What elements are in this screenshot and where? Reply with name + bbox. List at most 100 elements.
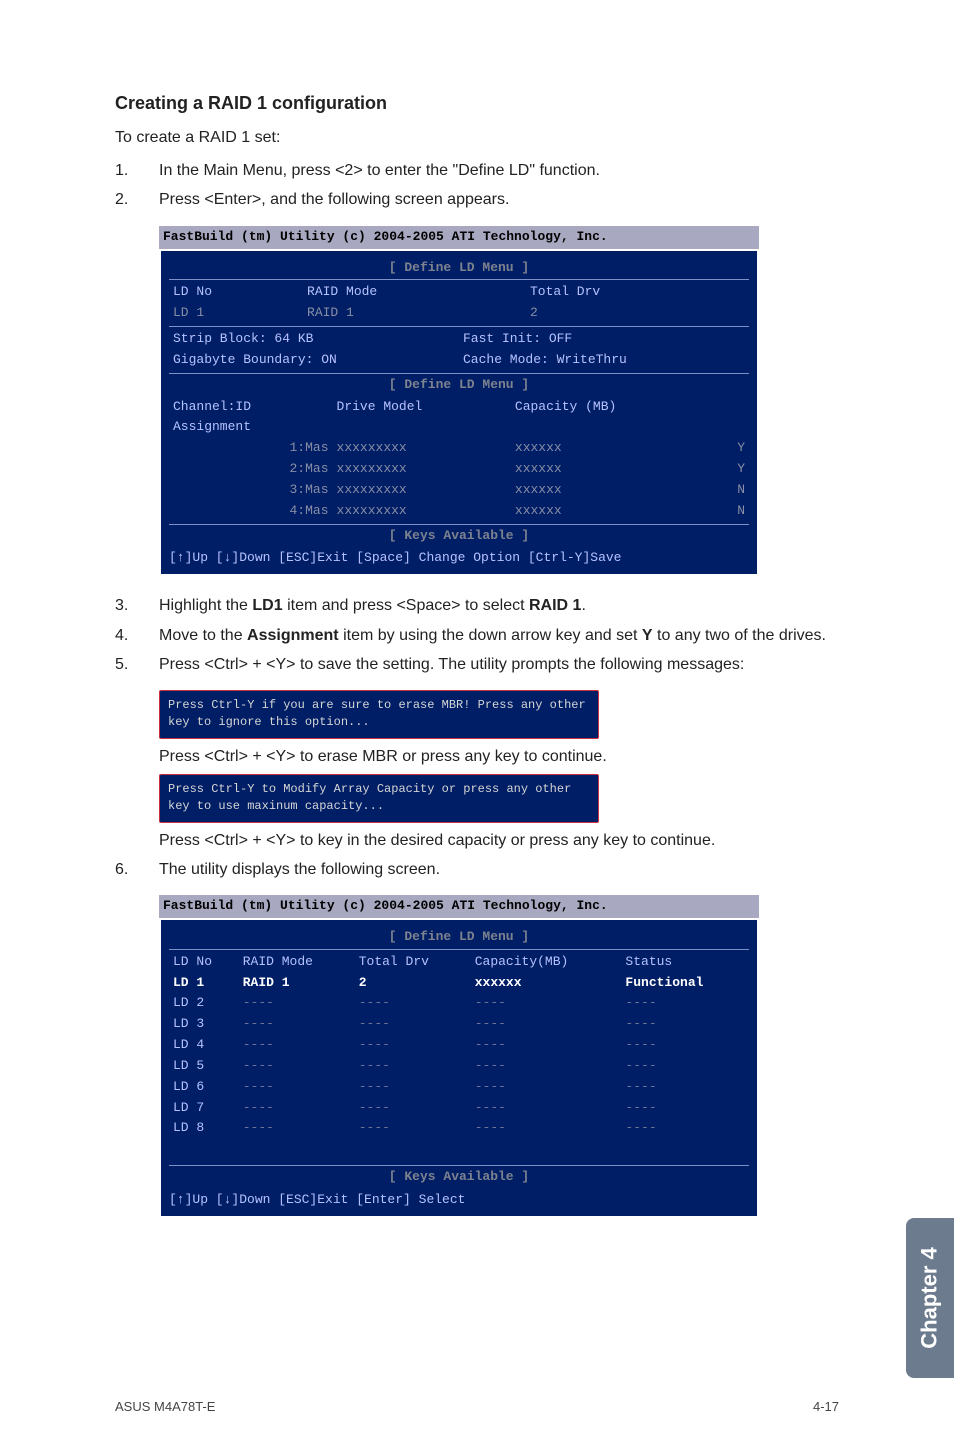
ld-status: Functional [621,973,749,994]
ld-id: LD 7 [169,1098,239,1119]
ld-cap: ---- [471,1035,622,1056]
prompt-erase-mbr: Press Ctrl-Y if you are sure to erase MB… [159,690,599,739]
b: Y [642,627,653,644]
step-body: The utility displays the following scree… [159,858,834,881]
ld-cap: xxxxxx [471,973,622,994]
footer-right: 4-17 [813,1399,839,1414]
step-number: 1. [115,159,159,182]
step-number: 4. [115,624,159,647]
opt-fastinit: Fast Init: OFF [459,329,749,350]
col-mode: RAID Mode [303,282,526,303]
ld-cap: ---- [471,993,622,1014]
opt-strip: Strip Block: 64 KB [169,329,459,350]
ld-total: 2 [355,973,471,994]
drive-model: xxxxxxxxx [333,459,511,480]
drive-table: Channel:ID Drive Model Capacity (MB) Ass… [169,397,749,522]
keys-available: [↑]Up [↓]Down [ESC]Exit [Space] Change O… [169,549,749,568]
drive-model: xxxxxxxxx [333,438,511,459]
ld-id: LD 4 [169,1035,239,1056]
drive-channel: 1:Mas [169,438,333,459]
ld-status: ---- [621,1035,749,1056]
ld-cap: ---- [471,1077,622,1098]
step-body: Move to the Assignment item by using the… [159,624,834,647]
drive-model: xxxxxxxxx [333,501,511,522]
intro-text: To create a RAID 1 set: [115,126,834,149]
ld-row: LD 8---------------- [169,1118,749,1139]
col-total: Total Drv [526,282,749,303]
t: Move to the [159,627,247,644]
step-5: 5. Press <Ctrl> + <Y> to save the settin… [115,653,834,676]
t: to any two of the drives. [653,627,826,644]
step-body: Press <Enter>, and the following screen … [159,188,834,211]
ld-status: ---- [621,1098,749,1119]
sub-instruction-b: Press <Ctrl> + <Y> to key in the desired… [159,829,834,852]
step-4: 4. Move to the Assignment item by using … [115,624,834,647]
col-cap: Capacity(MB) [471,952,622,973]
ld-mode: RAID 1 [239,973,355,994]
val-total: 2 [526,303,749,324]
step-1: 1. In the Main Menu, press <2> to enter … [115,159,834,182]
step-body: Press <Ctrl> + <Y> to save the setting. … [159,653,834,676]
step-body: In the Main Menu, press <2> to enter the… [159,159,834,182]
col-total: Total Drv [355,952,471,973]
ld-mode: ---- [239,993,355,1014]
drive-assignment: N [719,501,749,522]
ld-row: LD 5---------------- [169,1056,749,1077]
col-mode: RAID Mode [239,952,355,973]
step-number: 6. [115,858,159,881]
col-capacity: Capacity (MB) [511,397,719,418]
drive-assignment: Y [719,438,749,459]
drive-row: 2:MasxxxxxxxxxxxxxxxY [169,459,749,480]
section-heading: Creating a RAID 1 configuration [115,90,834,116]
ld-row: LD 6---------------- [169,1077,749,1098]
drive-capacity: xxxxxx [511,438,719,459]
ld-status: ---- [621,1118,749,1139]
drive-capacity: xxxxxx [511,501,719,522]
bios-title: FastBuild (tm) Utility (c) 2004-2005 ATI… [159,895,759,918]
ld-row: LD 3---------------- [169,1014,749,1035]
b: Assignment [247,627,339,644]
step-number: 2. [115,188,159,211]
menu-label: [ Define LD Menu ] [169,259,749,278]
ld-list-table: LD No RAID Mode Total Drv Capacity(MB) S… [169,952,749,1140]
step-3: 3. Highlight the LD1 item and press <Spa… [115,594,834,617]
ld-mode: ---- [239,1077,355,1098]
ld-row: LD 4---------------- [169,1035,749,1056]
t: Highlight the [159,597,252,614]
ld-mode: ---- [239,1056,355,1077]
ld-mode: ---- [239,1098,355,1119]
step-2: 2. Press <Enter>, and the following scre… [115,188,834,211]
ld-cap: ---- [471,1056,622,1077]
footer-left: ASUS M4A78T-E [115,1399,215,1414]
val-ldno: LD 1 [169,303,303,324]
ld-total: ---- [355,1056,471,1077]
col-channel: Channel:ID [169,397,333,418]
menu-label: [ Define LD Menu ] [169,928,749,947]
b: LD1 [252,597,282,614]
ld-header-table: LD No RAID Mode Total Drv LD 1 RAID 1 2 [169,282,749,324]
ld-id: LD 5 [169,1056,239,1077]
ld-cap: ---- [471,1098,622,1119]
t: . [581,597,585,614]
ld-status: ---- [621,1056,749,1077]
drive-channel: 2:Mas [169,459,333,480]
ld-id: LD 1 [169,973,239,994]
drive-channel: 4:Mas [169,501,333,522]
col-ldno: LD No [169,282,303,303]
t: item by using the down arrow key and set [339,627,642,644]
ld-total: ---- [355,1077,471,1098]
ld-id: LD 6 [169,1077,239,1098]
assignment-label: Assignment [169,417,749,438]
menu-label-2: [ Define LD Menu ] [169,376,749,395]
step-number: 3. [115,594,159,617]
drive-row: 4:MasxxxxxxxxxxxxxxxN [169,501,749,522]
col-drivemodel: Drive Model [333,397,511,418]
ld-total: ---- [355,1098,471,1119]
bios-panel-define-ld: FastBuild (tm) Utility (c) 2004-2005 ATI… [159,226,759,577]
ld-status: ---- [621,1014,749,1035]
step-number: 5. [115,653,159,676]
sub-instruction-a: Press <Ctrl> + <Y> to erase MBR or press… [159,745,834,768]
ld-row: LD 2---------------- [169,993,749,1014]
opt-cache: Cache Mode: WriteThru [459,350,749,371]
ld-status: ---- [621,993,749,1014]
